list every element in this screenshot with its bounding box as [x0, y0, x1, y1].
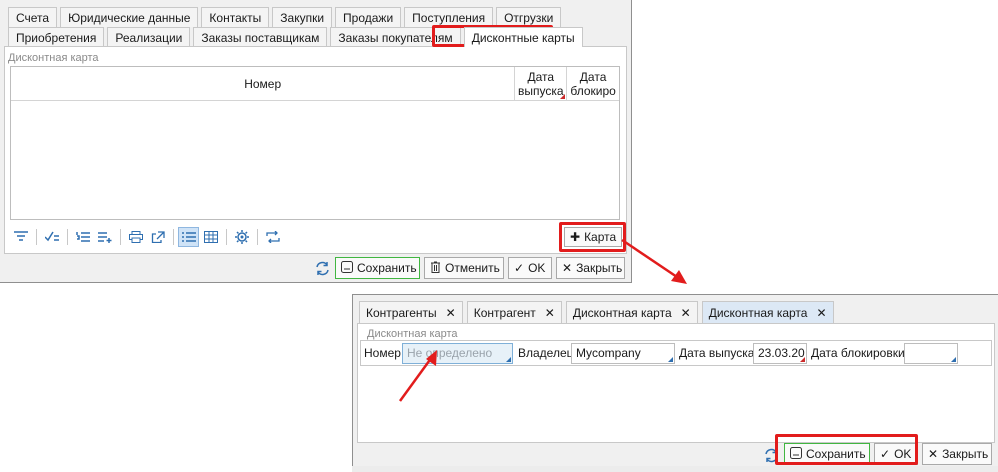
annotation-arrows — [398, 238, 687, 402]
tab-discount-cards[interactable]: Дисконтные карты — [463, 27, 583, 47]
arrow-to-number-icon — [398, 350, 437, 402]
arrow-to-form-icon — [621, 238, 687, 284]
